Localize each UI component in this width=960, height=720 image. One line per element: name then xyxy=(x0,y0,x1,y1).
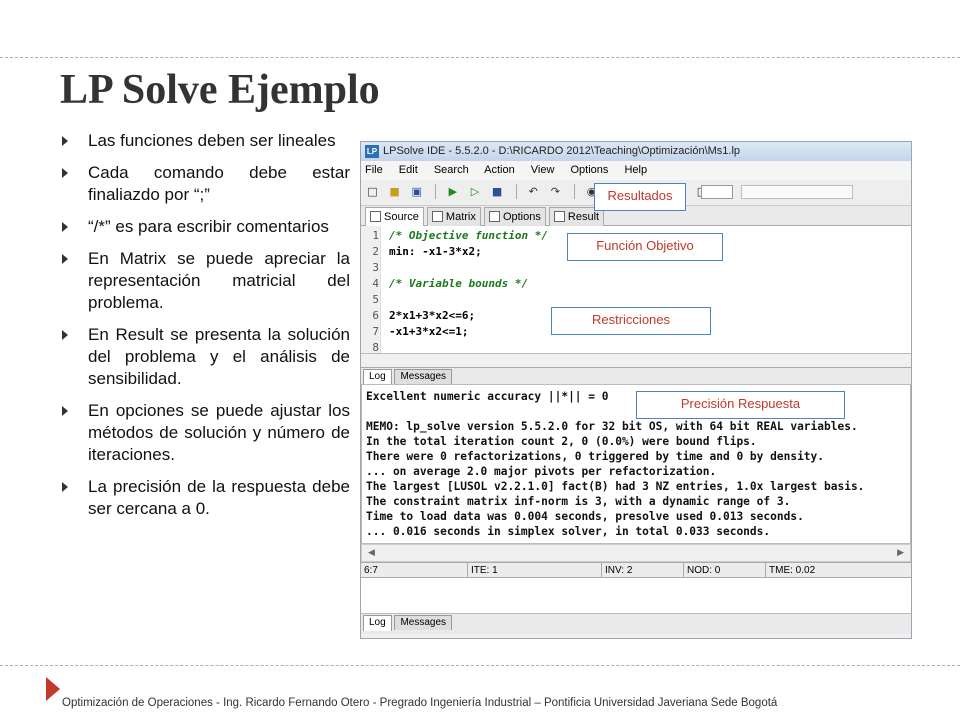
code-line: 3 xyxy=(372,261,379,274)
code-line: 4/* Variable bounds */ xyxy=(372,277,529,290)
new-file-icon[interactable]: □ xyxy=(365,184,380,199)
log-line: Excellent numeric accuracy ||*|| = 0 xyxy=(366,390,609,403)
menu-help[interactable]: Help xyxy=(624,164,647,176)
result-icon xyxy=(553,211,565,222)
horizontal-scrollbar[interactable]: ◀ ▶ xyxy=(361,544,911,562)
code-line: 8 xyxy=(372,341,379,354)
source-icon xyxy=(370,211,381,222)
menu-edit[interactable]: Edit xyxy=(399,164,418,176)
footer-divider xyxy=(0,665,960,666)
log-line: There were 0 refactorizations, 0 trigger… xyxy=(366,450,825,463)
toolbar-separator xyxy=(435,184,437,199)
bullet-item: La precisión de la respuesta debe ser ce… xyxy=(60,476,350,520)
tab-matrix[interactable]: Matrix xyxy=(426,207,481,226)
progress-bar xyxy=(741,185,853,199)
save-icon[interactable]: ▣ xyxy=(409,184,424,199)
lower-panel xyxy=(361,578,911,614)
lower-tabs: Log Messages xyxy=(361,614,911,634)
log-line: ... on average 2.0 major pivots per refa… xyxy=(366,465,717,478)
window-titlebar[interactable]: LP LPSolve IDE - 5.5.2.0 - D:\RICARDO 20… xyxy=(361,142,911,161)
bullet-item: Cada comando debe estar finaliazdo por “… xyxy=(60,162,350,206)
status-bar: 6:7 ITE: 1 INV: 2 NOD: 0 TME: 0.02 xyxy=(361,562,911,578)
log-line: MEMO: lp_solve version 5.5.2.0 for 32 bi… xyxy=(366,420,858,433)
tab-log-lower[interactable]: Log xyxy=(363,615,392,631)
tab-source-label: Source xyxy=(384,211,419,223)
tab-messages[interactable]: Messages xyxy=(394,369,453,384)
menu-file[interactable]: File xyxy=(365,164,383,176)
footer-text: Optimización de Operaciones - Ing. Ricar… xyxy=(62,697,778,709)
stop-icon[interactable]: ■ xyxy=(490,184,505,199)
tab-messages-lower[interactable]: Messages xyxy=(394,615,453,630)
bullet-item: Las funciones deben ser lineales xyxy=(60,130,350,152)
code-line: 2 min: -x1-3*x2; xyxy=(372,245,482,258)
code-line: 1/* Objective function */ xyxy=(372,229,548,242)
step-icon[interactable]: ▷ xyxy=(467,184,482,199)
bullet-list: Las funciones deben ser lineales Cada co… xyxy=(60,130,350,530)
toolbar-separator xyxy=(573,184,575,199)
code-line: 5 xyxy=(372,293,379,306)
tab-result-label: Result xyxy=(567,211,600,223)
menu-options[interactable]: Options xyxy=(571,164,609,176)
progress-box xyxy=(701,185,733,199)
bullet-item: En Matrix se puede apreciar la represent… xyxy=(60,248,350,314)
status-nod: NOD: 0 xyxy=(683,563,720,578)
status-ite: ITE: 1 xyxy=(467,563,498,578)
log-line: Time to load data was 0.004 seconds, pre… xyxy=(366,510,804,523)
log-line: ... 0.016 seconds in simplex solver, in … xyxy=(366,525,771,538)
status-position: 6:7 xyxy=(364,565,378,576)
toolbar-separator xyxy=(515,184,517,199)
scroll-right-icon[interactable]: ▶ xyxy=(897,548,904,558)
undo-icon[interactable]: ↶ xyxy=(526,184,541,199)
bullet-item: En Result se presenta la solución del pr… xyxy=(60,324,350,390)
footer-arrow-icon xyxy=(46,677,60,701)
callout-resultados: Resultados xyxy=(594,183,686,211)
code-line: 7 -x1+3*x2<=1; xyxy=(372,325,469,338)
log-line: In the total iteration count 2, 0 (0.0%)… xyxy=(366,435,757,448)
slide-title: LP Solve Ejemplo xyxy=(60,67,380,113)
scroll-left-icon[interactable]: ◀ xyxy=(368,548,375,558)
code-line: 6 2*x1+3*x2<=6; xyxy=(372,309,476,322)
menu-bar: File Edit Search Action View Options Hel… xyxy=(361,161,911,180)
menu-action[interactable]: Action xyxy=(484,164,515,176)
panel-splitter[interactable] xyxy=(361,354,911,368)
tab-source[interactable]: Source xyxy=(365,207,424,227)
options-icon xyxy=(488,211,500,222)
status-inv: INV: 2 xyxy=(601,563,632,578)
lpsolve-ide-window: LP LPSolve IDE - 5.5.2.0 - D:\RICARDO 20… xyxy=(360,141,912,639)
callout-precision-respuesta: Precisión Respuesta xyxy=(636,391,845,419)
open-folder-icon[interactable]: ■ xyxy=(387,184,402,199)
callout-restricciones: Restricciones xyxy=(551,307,711,335)
bullet-item: En opciones se puede ajustar los métodos… xyxy=(60,400,350,466)
redo-icon[interactable]: ↷ xyxy=(548,184,563,199)
status-tme: TME: 0.02 xyxy=(765,563,815,578)
window-title: LPSolve IDE - 5.5.2.0 - D:\RICARDO 2012\… xyxy=(383,145,741,157)
log-line: The largest [LUSOL v2.2.1.0] fact(B) had… xyxy=(366,480,865,493)
run-icon[interactable]: ▶ xyxy=(445,184,460,199)
menu-search[interactable]: Search xyxy=(434,164,469,176)
log-line: The constraint matrix inf-norm is 3, wit… xyxy=(366,495,791,508)
log-tabs: Log Messages xyxy=(361,368,911,385)
app-icon: LP xyxy=(365,145,379,158)
bullet-item: “/*” es para escribir comentarios xyxy=(60,216,350,238)
tab-options-label: Options xyxy=(502,211,541,223)
menu-view[interactable]: View xyxy=(531,164,555,176)
callout-funcion-objetivo: Función Objetivo xyxy=(567,233,723,261)
matrix-icon xyxy=(431,211,443,222)
tab-matrix-label: Matrix xyxy=(445,211,476,223)
tab-log[interactable]: Log xyxy=(363,369,392,385)
title-divider xyxy=(0,57,960,58)
tab-options[interactable]: Options xyxy=(483,207,546,226)
